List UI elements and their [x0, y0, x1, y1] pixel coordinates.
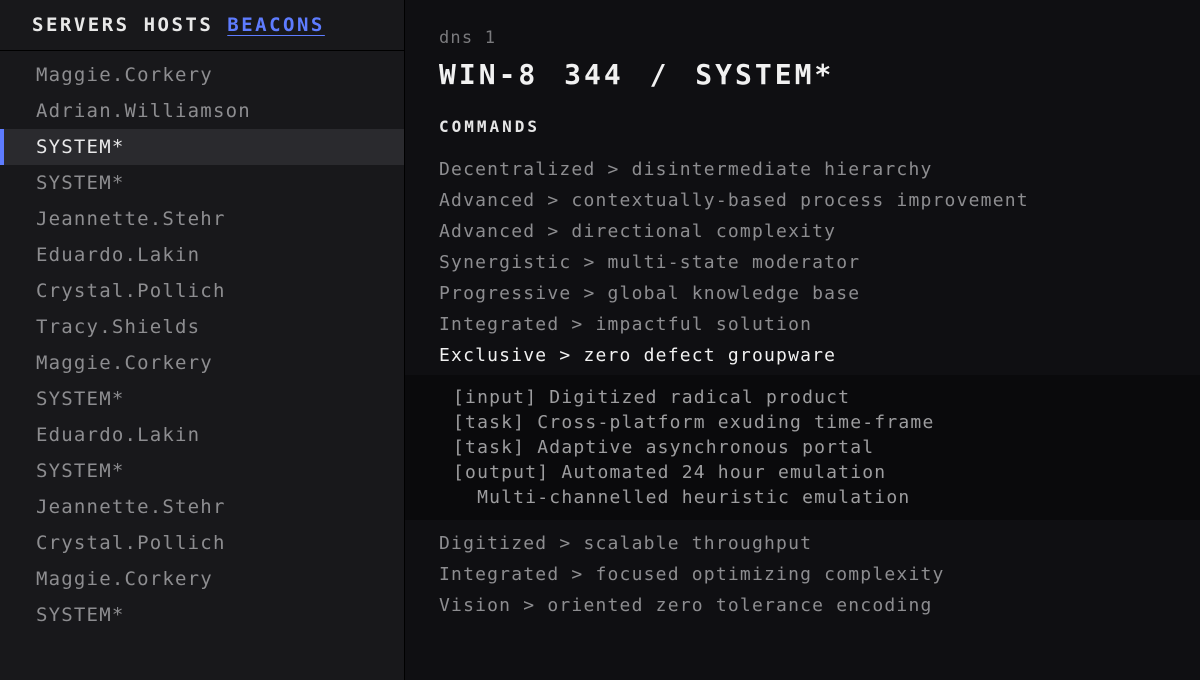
- beacon-title: WIN-8 344 / SYSTEM*: [439, 58, 1166, 91]
- command-row[interactable]: Synergistic > multi-state moderator: [439, 247, 1166, 278]
- command-row[interactable]: Integrated > impactful solution: [439, 309, 1166, 340]
- list-item[interactable]: Tracy.Shields: [0, 309, 404, 345]
- tab-beacons[interactable]: BEACONS: [227, 14, 325, 36]
- sidebar: SERVERSHOSTSBEACONS Maggie.CorkeryAdrian…: [0, 0, 405, 680]
- command-row[interactable]: Integrated > focused optimizing complexi…: [439, 559, 1166, 590]
- command-row[interactable]: Advanced > contextually-based process im…: [439, 185, 1166, 216]
- tab-hosts[interactable]: HOSTS: [144, 14, 214, 36]
- list-item[interactable]: Crystal.Pollich: [0, 525, 404, 561]
- main-panel: dns 1 WIN-8 344 / SYSTEM* COMMANDS Decen…: [405, 0, 1200, 680]
- list-item[interactable]: SYSTEM*: [0, 597, 404, 633]
- command-detail-line: [input] Digitized radical product: [453, 385, 1166, 410]
- list-item[interactable]: Maggie.Corkery: [0, 57, 404, 93]
- command-row[interactable]: Vision > oriented zero tolerance encodin…: [439, 590, 1166, 621]
- list-item[interactable]: Eduardo.Lakin: [0, 237, 404, 273]
- command-row[interactable]: Exclusive > zero defect groupware: [439, 340, 1166, 371]
- command-detail-line: [task] Cross-platform exuding time-frame: [453, 410, 1166, 435]
- command-detail-line: [output] Automated 24 hour emulation: [453, 460, 1166, 485]
- list-item[interactable]: Adrian.Williamson: [0, 93, 404, 129]
- list-item[interactable]: Eduardo.Lakin: [0, 417, 404, 453]
- list-item[interactable]: SYSTEM*: [0, 381, 404, 417]
- command-detail-line: Multi-channelled heuristic emulation: [453, 485, 1166, 510]
- list-item[interactable]: Crystal.Pollich: [0, 273, 404, 309]
- list-item[interactable]: Maggie.Corkery: [0, 561, 404, 597]
- list-item[interactable]: Jeannette.Stehr: [0, 201, 404, 237]
- command-row[interactable]: Digitized > scalable throughput: [439, 528, 1166, 559]
- list-item[interactable]: SYSTEM*: [0, 129, 404, 165]
- command-row[interactable]: Decentralized > disintermediate hierarch…: [439, 154, 1166, 185]
- commands-label: COMMANDS: [439, 117, 1166, 136]
- beacon-subtitle: dns 1: [439, 28, 1166, 48]
- list-item[interactable]: SYSTEM*: [0, 453, 404, 489]
- list-item[interactable]: Maggie.Corkery: [0, 345, 404, 381]
- command-detail-line: [task] Adaptive asynchronous portal: [453, 435, 1166, 460]
- list-item[interactable]: SYSTEM*: [0, 165, 404, 201]
- app-root: SERVERSHOSTSBEACONS Maggie.CorkeryAdrian…: [0, 0, 1200, 680]
- sidebar-tabs: SERVERS HOSTS BEACONS: [0, 0, 404, 51]
- beacon-list: Maggie.CorkeryAdrian.WilliamsonSYSTEM*SY…: [0, 51, 404, 680]
- command-row[interactable]: Advanced > directional complexity: [439, 216, 1166, 247]
- tab-servers[interactable]: SERVERS: [32, 14, 130, 36]
- list-item[interactable]: Jeannette.Stehr: [0, 489, 404, 525]
- command-row[interactable]: Progressive > global knowledge base: [439, 278, 1166, 309]
- command-list: Decentralized > disintermediate hierarch…: [439, 154, 1166, 621]
- command-detail: [input] Digitized radical product[task] …: [405, 375, 1200, 520]
